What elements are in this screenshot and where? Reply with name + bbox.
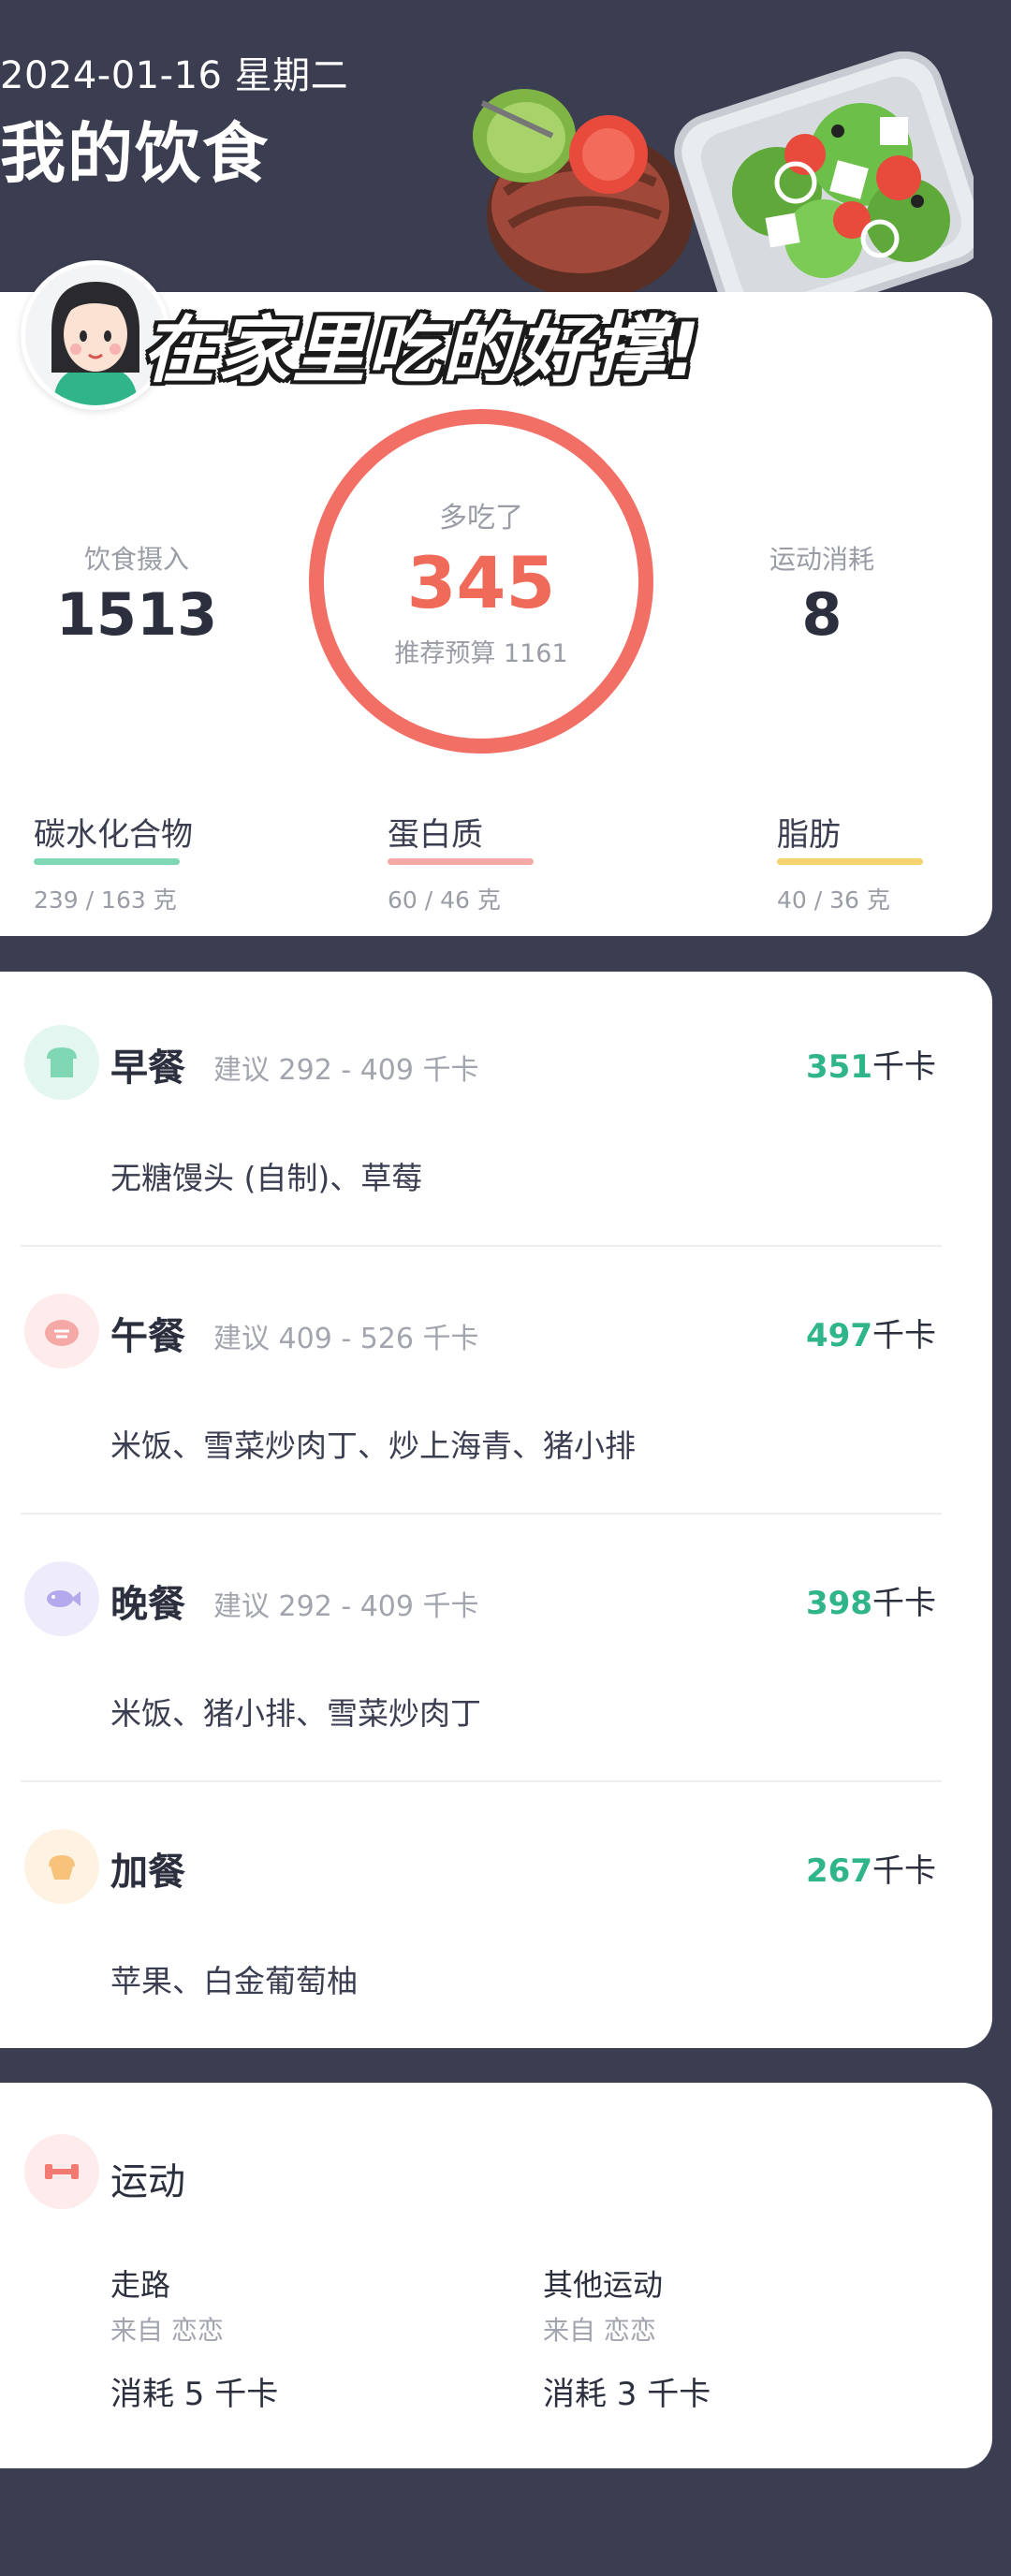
dumbbell-icon	[24, 2134, 99, 2209]
intake-label: 饮食摄入	[83, 544, 189, 575]
salad-illustration-icon	[473, 51, 974, 304]
exercise-walk-burn: 消耗 5 千卡	[110, 2376, 279, 2413]
meal-lunch-foods[interactable]: 米饭、雪菜炒肉丁、炒上海青、猪小排	[110, 1421, 636, 1466]
meal-dinner-foods[interactable]: 米饭、猪小排、雪菜炒肉丁	[110, 1689, 481, 1734]
exercise-other-burn: 消耗 3 千卡	[543, 2376, 711, 2413]
meal-lunch-suggest: 建议 409 - 526 千卡	[213, 1323, 479, 1355]
over-label: 多吃了	[439, 502, 523, 534]
macro-protein-bar	[388, 858, 534, 865]
banner-caption: 在家里吃的好撑!	[142, 309, 702, 393]
cupcake-icon	[24, 1829, 99, 1904]
fish-icon	[24, 1561, 99, 1636]
exercise-walk-name[interactable]: 走路	[110, 2261, 170, 2305]
exercise-other-name[interactable]: 其他运动	[543, 2261, 663, 2305]
exercise-other-source: 来自 恋恋	[543, 2315, 656, 2346]
meal-snack-kcal[interactable]: 267千卡	[702, 1845, 936, 1891]
meal-breakfast-suggest: 建议 292 - 409 千卡	[213, 1054, 479, 1087]
macro-fat-name: 脂肪	[777, 816, 841, 854]
bread-icon	[24, 1025, 99, 1100]
macro-protein-name: 蛋白质	[388, 816, 483, 854]
meal-lunch-kcal[interactable]: 497千卡	[702, 1310, 936, 1355]
exercise-title[interactable]: 运动	[110, 2151, 185, 2205]
over-value: 345	[406, 541, 556, 624]
budget-label: 推荐预算 1161	[394, 639, 568, 668]
exercise-burn-value: 8	[801, 580, 842, 649]
divider	[21, 1513, 942, 1515]
page-title: 我的饮食	[0, 115, 270, 192]
exercise-walk-source: 来自 恋恋	[110, 2315, 224, 2346]
meal-lunch-name[interactable]: 午餐	[110, 1306, 185, 1360]
macro-protein-value: 60 / 46 克	[388, 886, 501, 914]
meal-breakfast-name[interactable]: 早餐	[110, 1037, 185, 1091]
meal-breakfast-foods[interactable]: 无糖馒头 (自制)、草莓	[110, 1153, 422, 1198]
divider	[21, 1245, 942, 1247]
macro-fat-bar	[777, 858, 923, 865]
macro-fat-value: 40 / 36 克	[777, 886, 890, 914]
macro-carbs-value: 239 / 163 克	[34, 886, 177, 914]
macro-carbs-name: 碳水化合物	[34, 816, 193, 854]
exercise-burn-label: 运动消耗	[769, 544, 874, 575]
meal-dinner-kcal[interactable]: 398千卡	[702, 1577, 936, 1623]
divider	[21, 1780, 942, 1782]
macro-carbs-bar	[34, 858, 180, 865]
steak-icon	[24, 1294, 99, 1368]
intake-value: 1513	[55, 580, 218, 649]
meal-dinner-suggest: 建议 292 - 409 千卡	[213, 1590, 479, 1623]
meal-dinner-name[interactable]: 晚餐	[110, 1573, 185, 1628]
meal-breakfast-kcal[interactable]: 351千卡	[702, 1041, 936, 1087]
meal-snack-name[interactable]: 加餐	[110, 1841, 185, 1895]
meal-snack-foods[interactable]: 苹果、白金葡萄柚	[110, 1956, 358, 2001]
date-label: 2024-01-16 星期二	[0, 54, 349, 97]
